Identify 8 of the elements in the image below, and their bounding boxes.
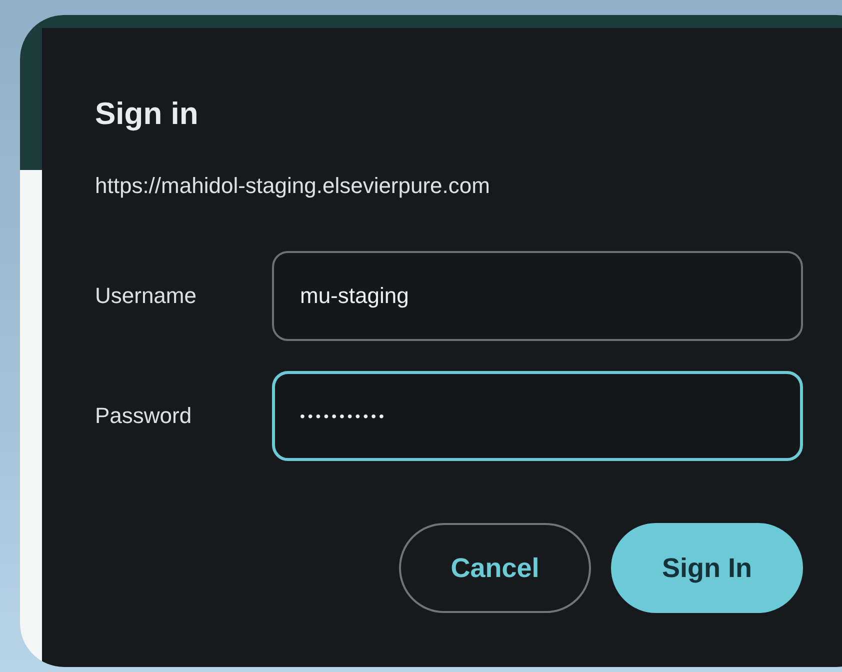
sign-in-button[interactable]: Sign In xyxy=(611,523,803,613)
input-field[interactable]: mu-staging xyxy=(272,251,803,341)
dialog-title: Sign in xyxy=(95,95,200,133)
field-label: Password xyxy=(95,403,193,429)
site-address: https://mahidol-staging.elsevierpure.com xyxy=(95,172,491,200)
input-field[interactable]: ••••••••••• xyxy=(272,371,803,461)
cancel-button[interactable]: Cancel xyxy=(399,523,591,613)
field-label: Username xyxy=(95,283,198,309)
